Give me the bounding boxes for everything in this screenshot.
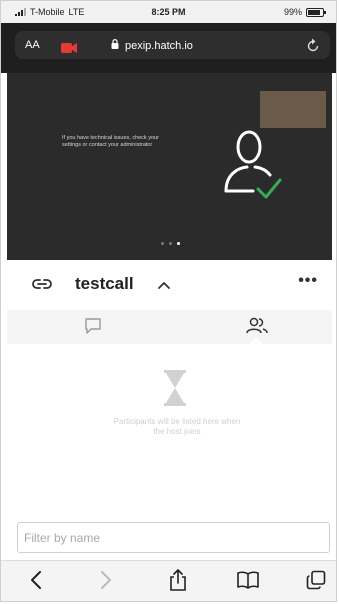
technical-issues-message: If you have technical issues, check your…	[62, 135, 159, 148]
browser-chrome: AA pexip.hatch.io	[1, 23, 336, 73]
side-panel-tabs	[7, 310, 332, 345]
filter-input[interactable]	[17, 522, 330, 553]
browser-toolbar	[1, 560, 336, 601]
reload-icon[interactable]	[306, 37, 320, 58]
camera-icon[interactable]	[61, 40, 77, 58]
chevron-up-icon[interactable]	[157, 277, 171, 295]
carousel-dot[interactable]	[169, 242, 172, 245]
status-right: 99%	[283, 7, 326, 17]
bookmarks-button[interactable]	[235, 571, 261, 593]
bookmarks-icon	[237, 571, 259, 594]
share-icon	[169, 568, 187, 596]
hourglass-icon	[162, 369, 188, 412]
call-name: testcall	[75, 274, 134, 293]
battery-percent: 99%	[283, 7, 302, 17]
tabs-button[interactable]	[303, 570, 329, 595]
carousel-dot[interactable]	[161, 242, 164, 245]
phone-screen: T-Mobile LTE 8:25 PM 99% AA pexip.hatch.…	[0, 0, 337, 602]
url-host: pexip.hatch.io	[125, 39, 193, 52]
user-check-icon	[223, 125, 293, 220]
forward-button[interactable]	[93, 570, 119, 595]
tabs-icon	[306, 570, 326, 595]
lock-icon	[111, 39, 119, 52]
tab-participants[interactable]	[245, 316, 269, 338]
participants-empty-message: Participants will be listed here when th…	[113, 417, 241, 436]
chat-icon	[82, 318, 104, 340]
text-size-button[interactable]: AA	[25, 39, 40, 51]
battery-icon	[306, 7, 326, 17]
link-icon[interactable]	[31, 276, 53, 297]
forward-icon	[99, 570, 113, 595]
call-header: testcall •••	[7, 260, 332, 310]
video-area[interactable]: If you have technical issues, check your…	[7, 73, 332, 260]
tab-chat[interactable]	[82, 316, 106, 338]
address-bar[interactable]: AA pexip.hatch.io	[15, 31, 330, 59]
back-button[interactable]	[23, 570, 49, 595]
status-bar: T-Mobile LTE 8:25 PM 99%	[1, 1, 336, 23]
share-button[interactable]	[165, 568, 191, 596]
url-display[interactable]: pexip.hatch.io	[111, 39, 193, 52]
back-icon	[29, 570, 43, 595]
participants-list: Participants will be listed here when th…	[7, 344, 332, 514]
carousel-dot-active[interactable]	[177, 242, 180, 245]
self-view-video[interactable]	[260, 91, 326, 128]
more-icon[interactable]: •••	[298, 272, 318, 290]
carousel-dots	[161, 242, 180, 245]
